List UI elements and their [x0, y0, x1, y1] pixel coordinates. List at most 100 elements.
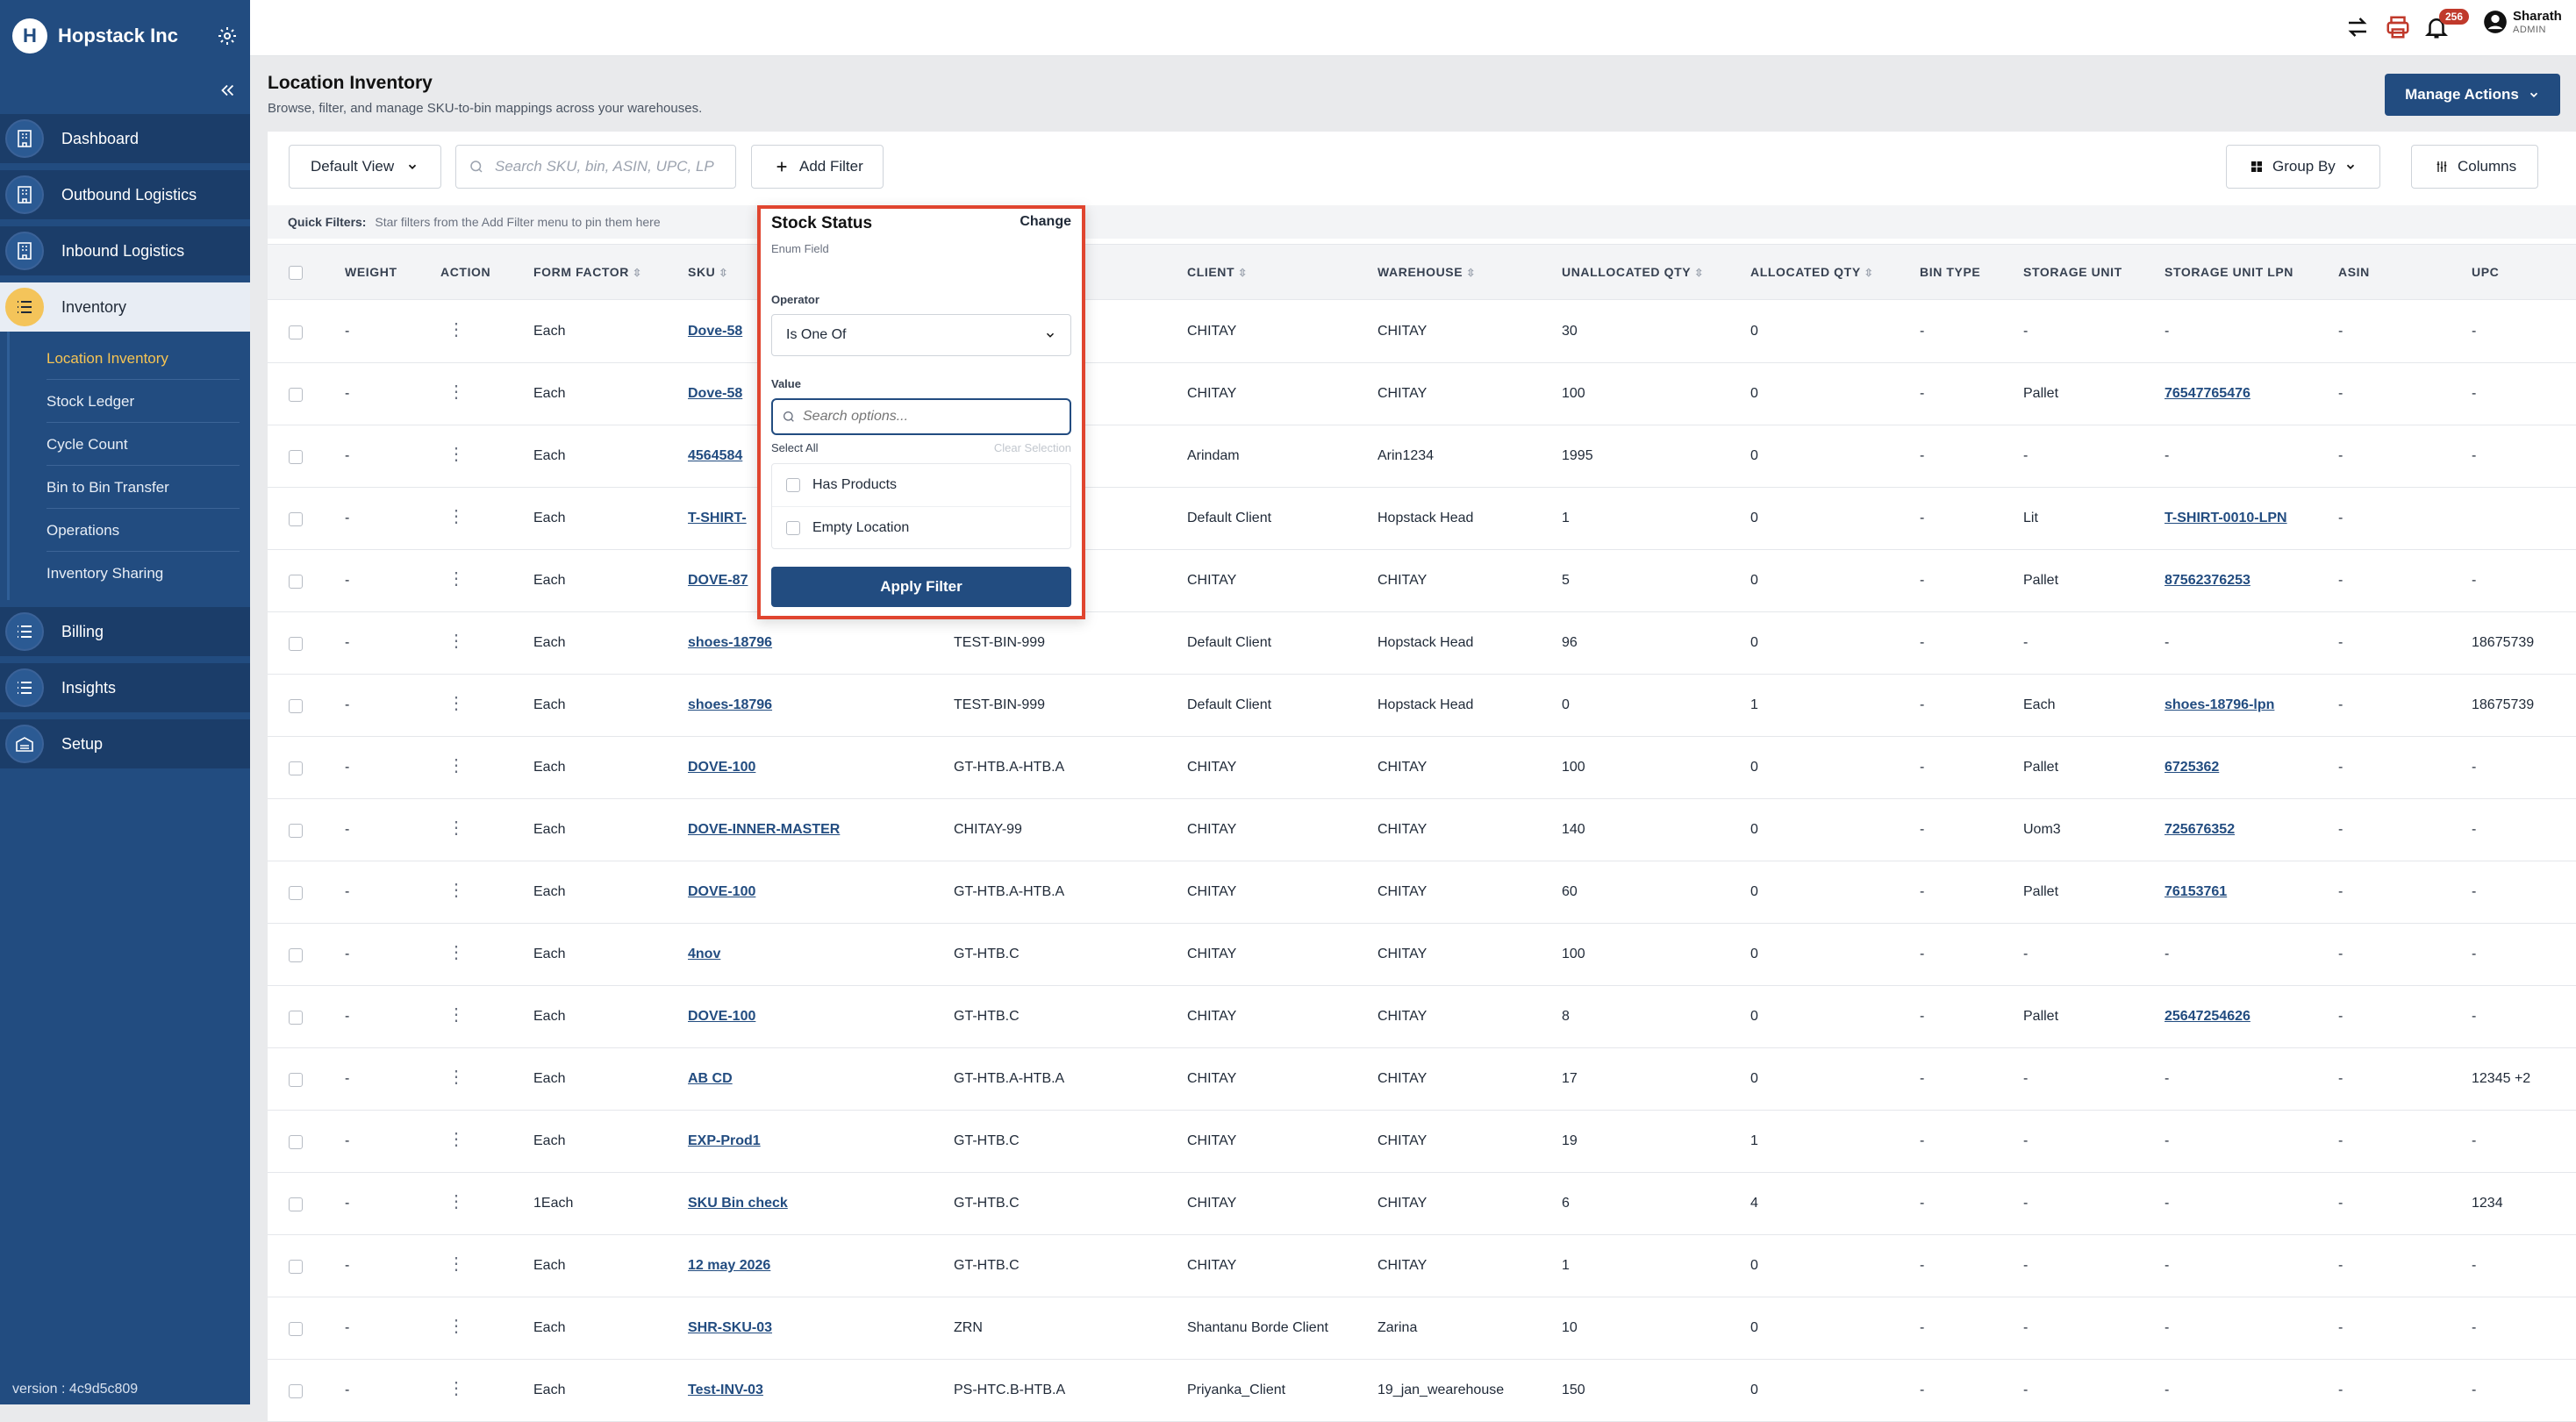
add-filter-button[interactable]: Add Filter — [751, 145, 884, 189]
row-actions-icon[interactable]: ⋮ — [447, 1253, 465, 1275]
sidebar-item-insights[interactable]: Insights — [0, 663, 250, 712]
row-checkbox[interactable] — [289, 948, 303, 962]
row-checkbox[interactable] — [289, 1322, 303, 1336]
search-input[interactable]: Search SKU, bin, ASIN, UPC, LP — [455, 145, 736, 189]
row-checkbox[interactable] — [289, 1135, 303, 1149]
sort-icon[interactable]: ⇳ — [633, 267, 642, 279]
sidebar-item-dashboard[interactable]: Dashboard — [0, 114, 250, 163]
sku-link[interactable]: shoes-18796 — [688, 697, 772, 713]
storage-unit-lpn-link[interactable]: 76547765476 — [2165, 386, 2250, 402]
sku-link[interactable]: 4nov — [688, 947, 720, 962]
row-actions-icon[interactable]: ⋮ — [447, 941, 465, 963]
sku-link[interactable]: DOVE-100 — [688, 1009, 755, 1025]
sku-link[interactable]: Dove-58 — [688, 386, 742, 402]
sku-link[interactable]: SHR-SKU-03 — [688, 1320, 772, 1336]
storage-unit-lpn-link[interactable]: 87562376253 — [2165, 573, 2250, 589]
row-actions-icon[interactable]: ⋮ — [447, 1128, 465, 1150]
column-header-client[interactable]: CLIENT ⇳ — [1187, 265, 1248, 279]
row-actions-icon[interactable]: ⋮ — [447, 1315, 465, 1337]
row-actions-icon[interactable]: ⋮ — [447, 754, 465, 776]
row-actions-icon[interactable]: ⋮ — [447, 318, 465, 340]
storage-unit-lpn-link[interactable]: T-SHIRT-0010-LPN — [2165, 511, 2287, 526]
row-checkbox[interactable] — [289, 1260, 303, 1274]
sku-link[interactable]: 12 may 2026 — [688, 1258, 770, 1274]
row-actions-icon[interactable]: ⋮ — [447, 630, 465, 652]
filter-change-link[interactable]: Change — [1020, 214, 1071, 230]
option-search-input[interactable] — [803, 409, 1057, 425]
sidebar-subitem-location-inventory[interactable]: Location Inventory — [10, 337, 250, 380]
select-all-checkbox[interactable] — [289, 266, 303, 280]
sku-link[interactable]: DOVE-INNER-MASTER — [688, 822, 840, 838]
sku-link[interactable]: 4564584 — [688, 448, 742, 464]
row-checkbox[interactable] — [289, 450, 303, 464]
row-checkbox[interactable] — [289, 637, 303, 651]
manage-actions-button[interactable]: Manage Actions — [2385, 74, 2560, 116]
row-actions-icon[interactable]: ⋮ — [447, 1004, 465, 1025]
option-search-field[interactable] — [771, 398, 1071, 435]
option-checkbox[interactable] — [786, 520, 800, 535]
sku-link[interactable]: AB CD — [688, 1071, 733, 1087]
sku-link[interactable]: DOVE-100 — [688, 760, 755, 775]
row-actions-icon[interactable]: ⋮ — [447, 443, 465, 465]
row-actions-icon[interactable]: ⋮ — [447, 692, 465, 714]
sidebar-subitem-operations[interactable]: Operations — [10, 509, 250, 552]
collapse-sidebar-icon[interactable] — [218, 81, 237, 100]
printer-icon[interactable] — [2385, 14, 2411, 40]
row-actions-icon[interactable]: ⋮ — [447, 505, 465, 527]
sku-link[interactable]: Dove-58 — [688, 324, 742, 339]
storage-unit-lpn-link[interactable]: 6725362 — [2165, 760, 2219, 775]
sidebar-item-setup[interactable]: Setup — [0, 719, 250, 768]
row-checkbox[interactable] — [289, 512, 303, 526]
user-menu[interactable]: Sharath ADMIN — [2483, 9, 2562, 35]
sku-link[interactable]: DOVE-100 — [688, 884, 755, 900]
group-by-button[interactable]: Group By — [2226, 145, 2380, 189]
sidebar-subitem-bin-to-bin[interactable]: Bin to Bin Transfer — [10, 466, 250, 509]
row-actions-icon[interactable]: ⋮ — [447, 381, 465, 403]
columns-button[interactable]: Columns — [2411, 145, 2538, 189]
sort-icon[interactable]: ⇳ — [1238, 267, 1248, 279]
row-checkbox[interactable] — [289, 1197, 303, 1211]
row-checkbox[interactable] — [289, 325, 303, 339]
column-header-sku[interactable]: SKU ⇳ — [688, 265, 728, 279]
sku-link[interactable]: T-SHIRT- — [688, 511, 747, 526]
sort-icon[interactable]: ⇳ — [1466, 267, 1476, 279]
row-actions-icon[interactable]: ⋮ — [447, 879, 465, 901]
sku-link[interactable]: SKU Bin check — [688, 1196, 788, 1211]
option-has-products[interactable]: Has Products — [772, 464, 1070, 506]
sort-icon[interactable]: ⇳ — [719, 267, 728, 279]
sidebar-item-inbound[interactable]: Inbound Logistics — [0, 226, 250, 275]
column-header-warehouse[interactable]: WAREHOUSE ⇳ — [1377, 265, 1476, 279]
row-actions-icon[interactable]: ⋮ — [447, 1377, 465, 1399]
row-actions-icon[interactable]: ⋮ — [447, 1190, 465, 1212]
column-header-allocated-qty[interactable]: ALLOCATED QTY ⇳ — [1750, 265, 1873, 279]
sku-link[interactable]: Test-INV-03 — [688, 1383, 763, 1398]
operator-select[interactable]: Is One Of — [771, 314, 1071, 356]
column-header-unallocated-qty[interactable]: UNALLOCATED QTY ⇳ — [1562, 265, 1704, 279]
sidebar-item-inventory[interactable]: Inventory — [0, 282, 250, 332]
default-view-select[interactable]: Default View — [289, 145, 441, 189]
option-checkbox[interactable] — [786, 478, 800, 492]
row-checkbox[interactable] — [289, 575, 303, 589]
sku-link[interactable]: shoes-18796 — [688, 635, 772, 651]
sidebar-item-billing[interactable]: Billing — [0, 607, 250, 656]
apply-filter-button[interactable]: Apply Filter — [771, 567, 1071, 607]
storage-unit-lpn-link[interactable]: shoes-18796-lpn — [2165, 697, 2274, 713]
sku-link[interactable]: DOVE-87 — [688, 573, 748, 589]
column-header-form-factor[interactable]: FORM FACTOR ⇳ — [533, 265, 642, 279]
clear-selection-link[interactable]: Clear Selection — [994, 441, 1071, 454]
row-checkbox[interactable] — [289, 1073, 303, 1087]
row-checkbox[interactable] — [289, 1384, 303, 1398]
storage-unit-lpn-link[interactable]: 76153761 — [2165, 884, 2227, 900]
row-checkbox[interactable] — [289, 1011, 303, 1025]
row-checkbox[interactable] — [289, 886, 303, 900]
sidebar-item-outbound[interactable]: Outbound Logistics — [0, 170, 250, 219]
sort-icon[interactable]: ⇳ — [1864, 267, 1874, 279]
row-actions-icon[interactable]: ⋮ — [447, 817, 465, 839]
storage-unit-lpn-link[interactable]: 725676352 — [2165, 822, 2235, 838]
sidebar-subitem-stock-ledger[interactable]: Stock Ledger — [10, 380, 250, 423]
gear-icon[interactable] — [217, 25, 238, 46]
storage-unit-lpn-link[interactable]: 25647254626 — [2165, 1009, 2250, 1025]
sku-link[interactable]: EXP-Prod1 — [688, 1133, 761, 1149]
option-empty-location[interactable]: Empty Location — [772, 506, 1070, 548]
select-all-link[interactable]: Select All — [771, 441, 818, 454]
